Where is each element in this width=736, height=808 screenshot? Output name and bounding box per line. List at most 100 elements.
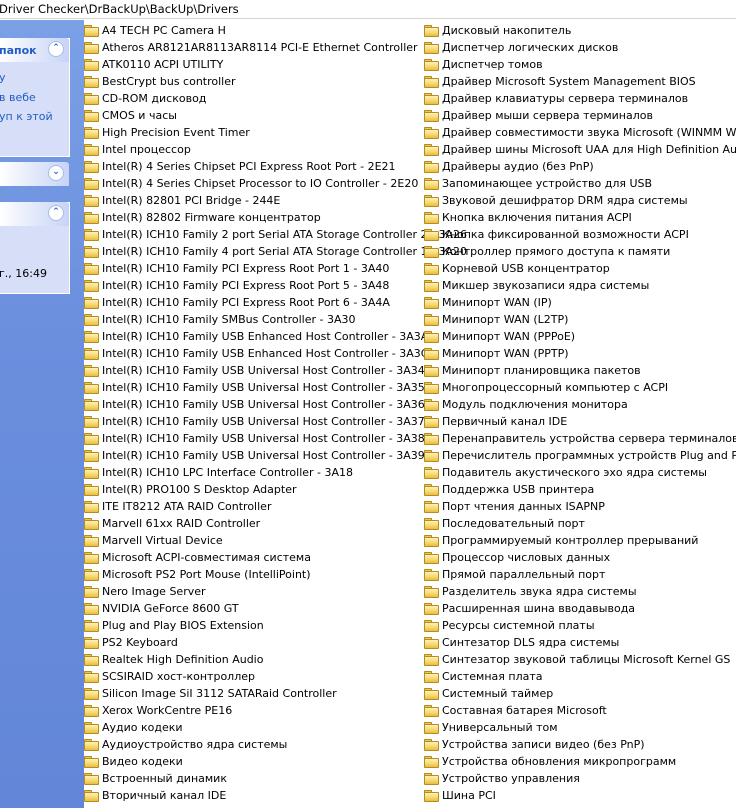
folder-item[interactable]: Программируемый контроллер прерываний [424, 532, 736, 549]
folder-item[interactable]: Xerox WorkCentre PE16 [84, 702, 467, 719]
folder-item[interactable]: Устройства обновления микропрограмм [424, 753, 736, 770]
task-link-1[interactable]: у [0, 71, 6, 84]
folder-item[interactable]: Перенаправитель устройства сервера терми… [424, 430, 736, 447]
folder-item[interactable]: Intel(R) ICH10 Family 2 port Serial ATA … [84, 226, 467, 243]
folder-item[interactable]: Intel(R) ICH10 Family USB Universal Host… [84, 396, 467, 413]
folder-item[interactable]: Intel(R) ICH10 Family PCI Express Root P… [84, 294, 467, 311]
folder-item[interactable]: Вторичный канал IDE [84, 787, 467, 804]
folder-item[interactable]: Intel(R) ICH10 Family USB Universal Host… [84, 430, 467, 447]
folder-item[interactable]: Порт чтения данных ISAPNP [424, 498, 736, 515]
folder-item[interactable]: Intel(R) ICH10 LPC Interface Controller … [84, 464, 467, 481]
folder-item[interactable]: Драйвер клавиатуры сервера терминалов [424, 90, 736, 107]
folder-item[interactable]: Универсальный том [424, 719, 736, 736]
folder-item[interactable]: Intel(R) ICH10 Family SMBus Controller -… [84, 311, 467, 328]
folder-item[interactable]: Intel(R) ICH10 Family PCI Express Root P… [84, 260, 467, 277]
folder-item[interactable]: Устройство управления [424, 770, 736, 787]
folder-item[interactable]: Минипорт WAN (L2TP) [424, 311, 736, 328]
folder-item[interactable]: Atheros AR8121AR8113AR8114 PCI-E Etherne… [84, 39, 467, 56]
folder-item[interactable]: Шина PCI [424, 787, 736, 804]
folder-item[interactable]: CD-ROM дисковод [84, 90, 467, 107]
folder-item[interactable]: NVIDIA GeForce 8600 GT [84, 600, 467, 617]
folder-item[interactable]: Контроллер прямого доступа к памяти [424, 243, 736, 260]
folder-item[interactable]: Intel процессор [84, 141, 467, 158]
folder-item[interactable]: Минипорт WAN (PPTP) [424, 345, 736, 362]
folder-item[interactable]: Intel(R) ICH10 Family USB Enhanced Host … [84, 328, 467, 345]
folder-item[interactable]: Системная плата [424, 668, 736, 685]
folder-item[interactable]: Запоминающее устройство для USB [424, 175, 736, 192]
folder-item[interactable]: Marvell 61xx RAID Controller [84, 515, 467, 532]
folder-item[interactable]: High Precision Event Timer [84, 124, 467, 141]
folder-item[interactable]: Синтезатор звуковой таблицы Microsoft Ke… [424, 651, 736, 668]
folder-item[interactable]: Корневой USB концентратор [424, 260, 736, 277]
chevron-up-icon[interactable]: ⌃ [48, 205, 64, 221]
folder-item[interactable]: Диспетчер логических дисков [424, 39, 736, 56]
folder-item[interactable]: Plug and Play BIOS Extension [84, 617, 467, 634]
folder-item[interactable]: Драйвер шины Microsoft UAA для High Defi… [424, 141, 736, 158]
folder-item[interactable]: Драйвер Microsoft System Management BIOS [424, 73, 736, 90]
folder-item[interactable]: ATK0110 ACPI UTILITY [84, 56, 467, 73]
folder-item[interactable]: Разделитель звука ядра системы [424, 583, 736, 600]
folder-item[interactable]: PS2 Keyboard [84, 634, 467, 651]
folder-item[interactable]: Диспетчер томов [424, 56, 736, 73]
folder-item[interactable]: Микшер звукозаписи ядра системы [424, 277, 736, 294]
folder-item[interactable]: Кнопка включения питания ACPI [424, 209, 736, 226]
folder-item[interactable]: Поддержка USB принтера [424, 481, 736, 498]
folder-item[interactable]: Аудио кодеки [84, 719, 467, 736]
folder-item[interactable]: Перечислитель программных устройств Plug… [424, 447, 736, 464]
task-link-2[interactable]: в вебе [0, 91, 36, 104]
folder-item[interactable]: Составная батарея Microsoft [424, 702, 736, 719]
folder-item[interactable]: Realtek High Definition Audio [84, 651, 467, 668]
folder-item[interactable]: Драйвер мыши сервера терминалов [424, 107, 736, 124]
folder-item[interactable]: Intel(R) ICH10 Family USB Universal Host… [84, 413, 467, 430]
folder-item[interactable]: Минипорт WAN (IP) [424, 294, 736, 311]
folder-item[interactable]: A4 TECH PC Camera H [84, 22, 467, 39]
folder-item[interactable]: Intel(R) PRO100 S Desktop Adapter [84, 481, 467, 498]
folder-item[interactable]: Драйвер совместимости звука Microsoft (W… [424, 124, 736, 141]
folder-item[interactable]: Первичный канал IDE [424, 413, 736, 430]
folder-item[interactable]: Минипорт планировщика пакетов [424, 362, 736, 379]
task-panel-details-header[interactable]: ⌃ [0, 202, 69, 226]
folder-item[interactable]: Процессор числовых данных [424, 549, 736, 566]
folder-item[interactable]: Кнопка фиксированной возможности ACPI [424, 226, 736, 243]
folder-item[interactable]: Silicon Image SiI 3112 SATARaid Controll… [84, 685, 467, 702]
folder-item[interactable]: Marvell Virtual Device [84, 532, 467, 549]
folder-item[interactable]: Расширенная шина вводавывода [424, 600, 736, 617]
folder-item[interactable]: Ресурсы системной платы [424, 617, 736, 634]
folder-item[interactable]: Intel(R) ICH10 Family USB Enhanced Host … [84, 345, 467, 362]
folder-item[interactable]: Microsoft ACPI-совместимая система [84, 549, 467, 566]
folder-item[interactable]: Intel(R) ICH10 Family USB Universal Host… [84, 447, 467, 464]
folder-item[interactable]: Минипорт WAN (PPPoE) [424, 328, 736, 345]
folder-item[interactable]: Прямой параллельный порт [424, 566, 736, 583]
folder-item[interactable]: Последовательный порт [424, 515, 736, 532]
folder-item[interactable]: Звуковой дешифратор DRM ядра системы [424, 192, 736, 209]
task-panel-other-places-header[interactable]: ⌄ [0, 162, 69, 186]
folder-item[interactable]: Intel(R) 4 Series Chipset PCI Express Ro… [84, 158, 467, 175]
folder-item[interactable]: Дисковый накопитель [424, 22, 736, 39]
task-link-3[interactable]: уп к этой [0, 110, 53, 123]
address-bar[interactable]: Driver Checker\DrBackUp\BackUp\Drivers [0, 0, 736, 19]
folder-item[interactable]: Подавитель акустического эхо ядра систем… [424, 464, 736, 481]
folder-item[interactable]: Аудиоустройство ядра системы [84, 736, 467, 753]
folder-list-view[interactable]: A4 TECH PC Camera H Atheros AR8121AR8113A… [84, 22, 736, 808]
folder-item[interactable]: Intel(R) ICH10 Family USB Universal Host… [84, 379, 467, 396]
chevron-up-icon[interactable]: ⌃ [48, 41, 64, 57]
folder-item[interactable]: Intel(R) ICH10 Family USB Universal Host… [84, 362, 467, 379]
folder-item[interactable]: Встроенный динамик [84, 770, 467, 787]
folder-item[interactable]: Модуль подключения монитора [424, 396, 736, 413]
folder-item[interactable]: Видео кодеки [84, 753, 467, 770]
folder-item[interactable]: Microsoft PS2 Port Mouse (IntelliPoint) [84, 566, 467, 583]
folder-item[interactable]: SCSIRAID хост-контроллер [84, 668, 467, 685]
folder-item[interactable]: Intel(R) 82802 Firmware концентратор [84, 209, 467, 226]
task-panel-folder-tasks-header[interactable]: папок ⌃ [0, 38, 69, 62]
folder-item[interactable]: Intel(R) ICH10 Family 4 port Serial ATA … [84, 243, 467, 260]
folder-item[interactable]: Nero Image Server [84, 583, 467, 600]
folder-item[interactable]: Устройства записи видео (без PnP) [424, 736, 736, 753]
folder-item[interactable]: BestCrypt bus controller [84, 73, 467, 90]
folder-item[interactable]: ITE IT8212 ATA RAID Controller [84, 498, 467, 515]
folder-item[interactable]: Системный таймер [424, 685, 736, 702]
folder-item[interactable]: Intel(R) 4 Series Chipset Processor to I… [84, 175, 467, 192]
folder-item[interactable]: Многопроцессорный компьютер с ACPI [424, 379, 736, 396]
folder-item[interactable]: Intel(R) 82801 PCI Bridge - 244E [84, 192, 467, 209]
folder-item[interactable]: Intel(R) ICH10 Family PCI Express Root P… [84, 277, 467, 294]
folder-item[interactable]: Драйверы аудио (без PnP) [424, 158, 736, 175]
